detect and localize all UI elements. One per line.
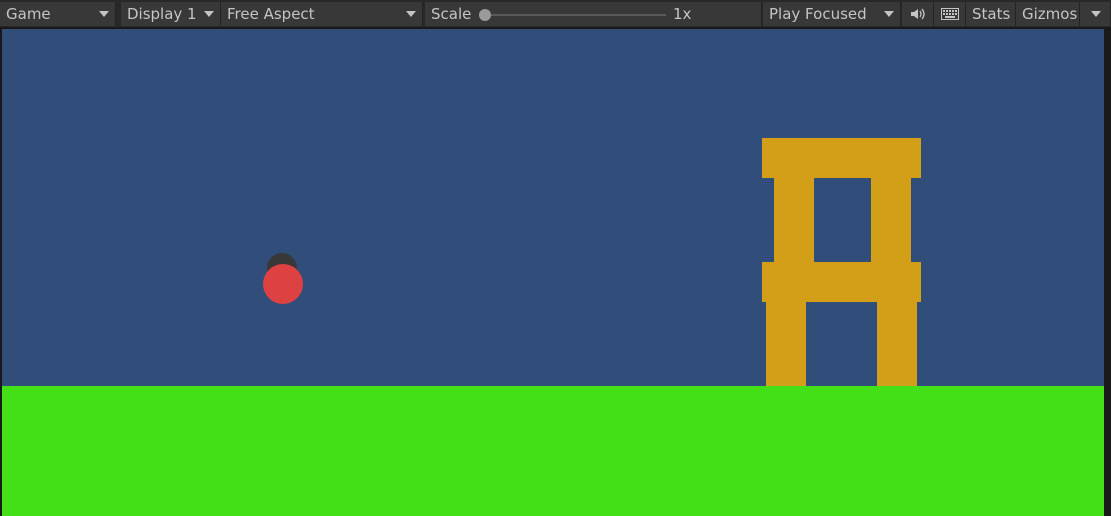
- game-viewport[interactable]: [2, 29, 1104, 516]
- play-mode-dropdown[interactable]: Play Focused: [763, 2, 901, 26]
- game-view-toolbar: Game Display 1 Free Aspect Scale 1x Play…: [0, 0, 1111, 28]
- scale-slider-handle[interactable]: [479, 9, 491, 21]
- lower-right-post: [877, 302, 917, 386]
- top-plank: [762, 138, 921, 178]
- chevron-down-icon: [204, 11, 214, 17]
- chevron-down-icon: [406, 11, 416, 17]
- ground: [2, 386, 1104, 516]
- gizmos-label: Gizmos: [1022, 5, 1078, 23]
- aspect-dropdown[interactable]: Free Aspect: [221, 2, 423, 26]
- scale-label: Scale: [431, 5, 472, 23]
- aspect-label: Free Aspect: [227, 5, 315, 23]
- gizmos-dropdown[interactable]: [1080, 2, 1111, 26]
- stats-toggle[interactable]: Stats: [966, 2, 1016, 26]
- chevron-down-icon: [1091, 11, 1101, 17]
- right-border: [1104, 29, 1111, 516]
- display-dropdown[interactable]: Display 1: [121, 2, 221, 26]
- middle-plank: [762, 262, 921, 302]
- red-ball: [263, 264, 303, 304]
- gizmos-toggle[interactable]: Gizmos: [1016, 2, 1080, 26]
- scale-slider-track[interactable]: [482, 14, 666, 16]
- speaker-icon: [910, 8, 925, 20]
- play-mode-label: Play Focused: [769, 5, 867, 23]
- stats-label: Stats: [972, 5, 1011, 23]
- upper-right-post: [871, 178, 911, 262]
- chevron-down-icon: [884, 11, 894, 17]
- view-type-label: Game: [6, 5, 51, 23]
- display-label: Display 1: [127, 5, 197, 23]
- view-type-dropdown[interactable]: Game: [0, 2, 116, 26]
- keyboard-toggle[interactable]: [934, 2, 966, 26]
- scale-value: 1x: [673, 5, 692, 23]
- upper-left-post: [774, 178, 814, 262]
- lower-left-post: [766, 302, 806, 386]
- chevron-down-icon: [99, 11, 109, 17]
- mute-audio-toggle[interactable]: [902, 2, 934, 26]
- keyboard-icon: [940, 8, 959, 20]
